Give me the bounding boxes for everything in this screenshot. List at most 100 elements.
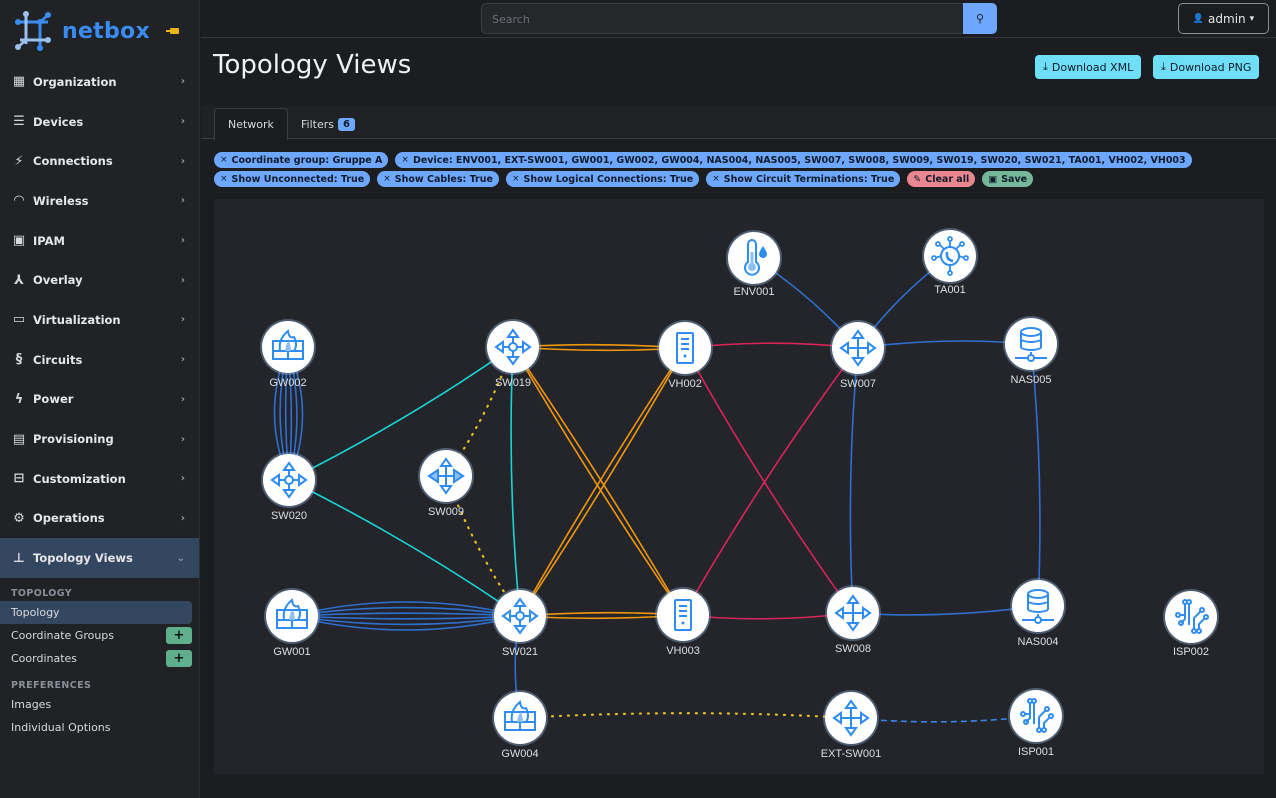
filter-chip[interactable]: × Coordinate group: Gruppe A: [214, 152, 389, 168]
link-gw004-ext-sw001[interactable]: [518, 712, 853, 720]
sidebar-item-devices[interactable]: ☰ Devices ›: [0, 102, 199, 142]
sidebar-item-virtualization[interactable]: ▭ Virtualization ›: [0, 300, 199, 340]
plug-icon: ⚡: [14, 153, 24, 169]
node-vh003[interactable]: VH003: [655, 587, 711, 657]
node-label: SW019: [495, 377, 531, 389]
node-ext-sw001[interactable]: EXT-SW001: [821, 690, 882, 760]
download-png-button[interactable]: ⤓ Download PNG: [1153, 55, 1260, 79]
remove-filter-icon[interactable]: ×: [712, 174, 720, 184]
remove-filter-icon[interactable]: ×: [220, 155, 228, 165]
filter-chip[interactable]: × Device: ENV001, EXT-SW001, GW001, GW002…: [395, 152, 1192, 168]
node-nas005[interactable]: NAS005: [1003, 316, 1059, 386]
tab-label: Network: [228, 118, 274, 131]
link-sw019-vh003[interactable]: [512, 346, 684, 616]
chevron-right-icon: ›: [180, 473, 185, 485]
filter-chip[interactable]: × Show Circuit Terminations: True: [706, 171, 901, 187]
node-isp002[interactable]: ISP002: [1163, 589, 1219, 658]
user-menu-button[interactable]: 👤 admin ▾: [1178, 3, 1269, 34]
sidebar-item-overlay[interactable]: ⅄ Overlay ›: [0, 260, 199, 300]
sidebar-item-label: Customization: [33, 471, 126, 486]
node-circle[interactable]: [1010, 690, 1062, 742]
eraser-icon: ✎: [913, 173, 922, 185]
sidebar-item-connections[interactable]: ⚡ Connections ›: [0, 141, 199, 181]
node-sw009[interactable]: SW009: [418, 448, 474, 518]
filters-count-badge: 6: [337, 117, 355, 131]
node-circle[interactable]: [1012, 580, 1064, 632]
sidebar-item-coordinates[interactable]: Coordinates +: [0, 647, 192, 670]
sidebar-item-organization[interactable]: ▦ Organization ›: [0, 62, 199, 102]
sidebar-item-topology-views[interactable]: ⊥ Topology Views ⌄: [0, 538, 199, 578]
pin-icon[interactable]: [166, 28, 179, 34]
sidebar-item-circuits[interactable]: § Circuits ›: [0, 340, 199, 380]
save-icon: ▣: [988, 173, 998, 185]
link-gw001-sw021[interactable]: [291, 612, 521, 617]
filter-chip[interactable]: × Show Logical Connections: True: [505, 171, 700, 187]
link-vh002-sw008[interactable]: [684, 347, 854, 614]
node-sw007[interactable]: SW007: [830, 320, 886, 390]
link-sw020-sw021[interactable]: [288, 479, 521, 617]
node-sw020[interactable]: SW020: [261, 452, 317, 522]
sidebar-item-individual-options[interactable]: Individual Options: [0, 716, 192, 739]
node-sw019[interactable]: SW019: [485, 319, 541, 389]
sidebar-item-coordinate-groups[interactable]: Coordinate Groups +: [0, 624, 192, 647]
filter-chip[interactable]: × Show Unconnected: True: [214, 171, 371, 187]
node-circle[interactable]: [1165, 591, 1217, 643]
node-gw002[interactable]: GW002: [260, 319, 316, 389]
sidebar-item-ipam[interactable]: ▣ IPAM ›: [0, 221, 199, 261]
search-input[interactable]: Search: [481, 3, 964, 34]
clear-all-filters-button[interactable]: ✎ Clear all: [907, 171, 976, 187]
topbar: Search ⚲ 👤 admin ▾: [201, 0, 1276, 38]
filter-chip[interactable]: × Show Cables: True: [377, 171, 499, 187]
remove-filter-icon[interactable]: ×: [512, 174, 520, 184]
sidebar-item-power[interactable]: ϟ Power ›: [0, 380, 199, 420]
sidebar-item-images[interactable]: Images: [0, 693, 192, 716]
topology-canvas[interactable]: ENV001 TA001 GW002 SW019 VH002 SW007 NAS005 SW0…: [214, 199, 1264, 774]
node-gw001[interactable]: GW001: [264, 588, 320, 658]
sidebar-item-label: Coordinate Groups: [11, 628, 115, 642]
node-sw008[interactable]: SW008: [825, 585, 881, 655]
sidebar-item-operations[interactable]: ⚙ Operations ›: [0, 499, 199, 539]
file-icon: ▤: [12, 431, 26, 447]
node-circle[interactable]: [1005, 318, 1057, 370]
sidebar-item-label: Individual Options: [11, 720, 111, 734]
search-button[interactable]: ⚲: [963, 3, 997, 34]
tab-network[interactable]: Network: [214, 108, 288, 140]
remove-filter-icon[interactable]: ×: [401, 155, 409, 165]
node-label: ISP002: [1173, 646, 1209, 658]
chevron-right-icon: ›: [180, 433, 185, 445]
brand[interactable]: netbox: [0, 0, 199, 62]
topology-graph[interactable]: ENV001 TA001 GW002 SW019 VH002 SW007 NAS005 SW0…: [214, 199, 1264, 774]
sidebar-item-provisioning[interactable]: ▤ Provisioning ›: [0, 419, 199, 459]
node-isp001[interactable]: ISP001: [1008, 688, 1064, 758]
link-vh003-sw007[interactable]: [682, 347, 859, 616]
brand-name: netbox: [62, 18, 150, 44]
remove-filter-icon[interactable]: ×: [220, 174, 228, 184]
link-gw001-sw021[interactable]: [291, 615, 521, 620]
filter-chip-label: Show Circuit Terminations: True: [723, 173, 895, 185]
save-filters-button[interactable]: ▣ Save: [982, 171, 1034, 187]
chevron-right-icon: ›: [180, 155, 185, 167]
chevron-right-icon: ›: [180, 274, 185, 286]
remove-filter-icon[interactable]: ×: [383, 174, 391, 184]
link-sw019-vh003[interactable]: [512, 346, 684, 616]
add-coordinate-group-button[interactable]: +: [166, 626, 192, 644]
add-coordinate-button[interactable]: +: [166, 649, 192, 667]
node-nas004[interactable]: NAS004: [1010, 578, 1066, 648]
clear-all-label: Clear all: [925, 173, 970, 185]
sidebar-item-label: Organization: [33, 74, 117, 89]
node-vh002[interactable]: VH002: [657, 320, 713, 390]
sidebar-item-wireless[interactable]: ◠ Wireless ›: [0, 181, 199, 221]
node-label: SW007: [840, 378, 876, 390]
sidebar-item-customization[interactable]: ⊟ Customization ›: [0, 459, 199, 499]
download-xml-button[interactable]: ⤓ Download XML: [1035, 55, 1142, 79]
filter-chip-label: Coordinate group: Gruppe A: [231, 154, 383, 166]
link-sw020-sw019[interactable]: [288, 346, 514, 481]
node-ta001[interactable]: TA001: [922, 228, 978, 296]
download-xml-label: Download XML: [1051, 60, 1134, 74]
node-env001[interactable]: ENV001: [726, 230, 782, 298]
sidebar-item-topology[interactable]: Topology: [0, 600, 192, 624]
node-sw021[interactable]: SW021: [492, 588, 548, 658]
tab-filters[interactable]: Filters 6: [288, 108, 368, 140]
node-gw004[interactable]: GW004: [492, 690, 548, 760]
chevron-right-icon: ›: [180, 354, 185, 366]
